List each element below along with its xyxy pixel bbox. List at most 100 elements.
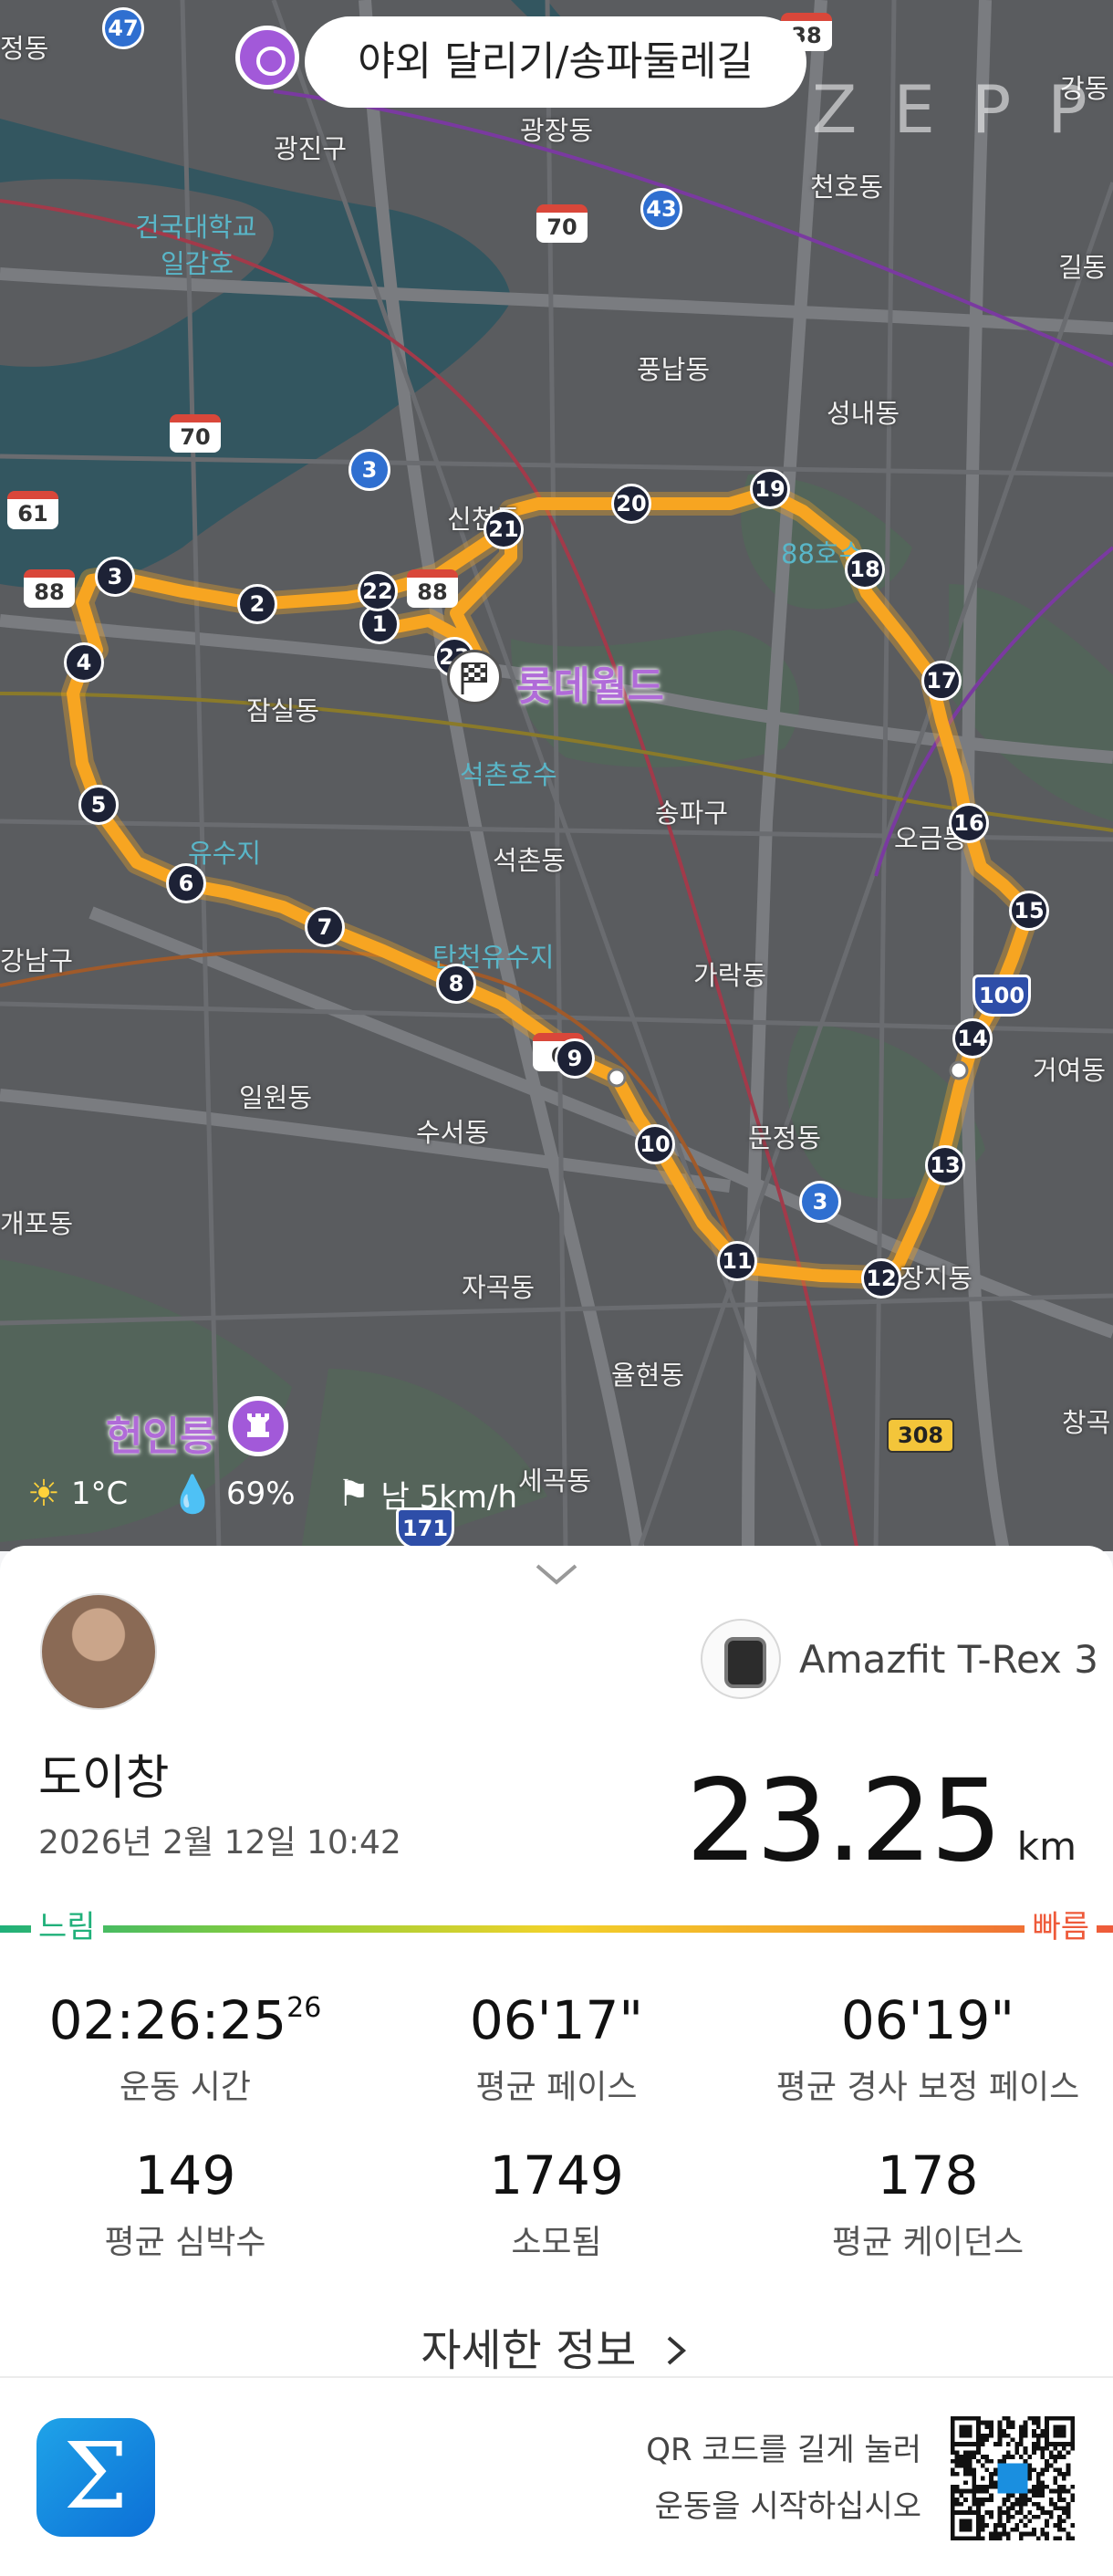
- calories-label: 소모됨: [511, 2224, 602, 2261]
- km-marker: 9: [555, 1038, 595, 1079]
- km-marker: 5: [78, 785, 119, 825]
- zepp-app-icon: Σ: [36, 2418, 155, 2537]
- map-label: 개포동: [0, 1208, 74, 1239]
- map-label: 강남구: [0, 945, 74, 976]
- km-marker: 3: [95, 557, 135, 597]
- details-link[interactable]: 자세한 정보: [0, 2314, 1113, 2378]
- map-label: 거여동: [1033, 1055, 1107, 1086]
- map-label: 광진구: [274, 133, 348, 164]
- map-label: 석촌호수: [460, 759, 557, 790]
- zepp-watermark: ZEPP: [812, 71, 1113, 148]
- pace-fast-label: 빠름: [1025, 1902, 1097, 1946]
- weather-bar: ☀ 1°C 💧 69% ⚑ 남 5km/h: [27, 1471, 559, 1517]
- avatar[interactable]: [40, 1593, 157, 1710]
- map-label: 유수지: [188, 838, 262, 869]
- workout-summary-sheet: Amazfit T-Rex 3 도이창 2026년 2월 12일 10:42 2…: [0, 1546, 1113, 2376]
- workout-datetime: 2026년 2월 12일 10:42: [38, 1824, 401, 1862]
- map-label: 장지동: [900, 1263, 973, 1294]
- map-label: 창곡: [1062, 1407, 1111, 1438]
- palace-icon[interactable]: [228, 1396, 288, 1456]
- map-label: 수서동: [416, 1117, 490, 1148]
- road-shield: 47: [102, 7, 144, 49]
- map-label: 정동: [0, 33, 49, 64]
- road-shield: 70: [536, 204, 588, 243]
- map-label: 잠실동: [246, 695, 320, 726]
- road-shield: 61: [7, 491, 58, 529]
- stat-duration: 02:26:2526 운동 시간: [0, 1989, 370, 2108]
- duration-fraction: 26: [286, 1992, 322, 2024]
- grade-pace-label: 평균 경사 보정 페이스: [775, 2069, 1080, 2106]
- device-name: Amazfit T-Rex 3: [799, 1637, 1098, 1682]
- pace-gradient-bar: [0, 1925, 1113, 1933]
- km-marker: 4: [64, 642, 104, 683]
- stat-heart-rate: 149 평균 심박수: [0, 2144, 370, 2263]
- poi-heonin-tomb[interactable]: 헌인릉: [106, 1403, 216, 1462]
- km-marker: 10: [635, 1124, 675, 1164]
- chevron-down-icon[interactable]: [534, 1560, 579, 1588]
- poi-lotte-world[interactable]: 롯데월드: [516, 653, 664, 712]
- road-shield: 3: [348, 449, 390, 491]
- sun-icon: ☀: [27, 1473, 60, 1515]
- map-label: 송파구: [655, 798, 729, 829]
- duration-value: 02:26:25: [48, 1989, 287, 2051]
- map-label: 풍납동: [637, 354, 711, 385]
- flag-icon: ⚑: [337, 1473, 370, 1515]
- road-shield: 70: [170, 414, 221, 453]
- map-label: 천호동: [810, 172, 884, 203]
- km-marker: 12: [861, 1258, 901, 1298]
- heart-rate-value: 149: [134, 2144, 236, 2206]
- road-shield: 88: [24, 569, 75, 608]
- humidity-item: 💧 69%: [170, 1473, 295, 1516]
- heart-rate-label: 평균 심박수: [104, 2224, 266, 2261]
- qr-hint-line1: QR 코드를 길게 눌러: [646, 2432, 921, 2468]
- route-map[interactable]: 정동 광진구 광장동 천호동 길동 강동 건국대학교 일감호 풍납동 성내동 신…: [0, 0, 1113, 1551]
- km-marker: 18: [845, 549, 885, 589]
- temperature-value: 1°C: [70, 1476, 129, 1512]
- stat-cadence: 178 평균 케이던스: [743, 2144, 1113, 2263]
- stat-calories: 1749 소모됨: [371, 2144, 742, 2263]
- avg-pace-value: 06'17": [469, 1989, 644, 2051]
- km-marker: 7: [305, 907, 345, 947]
- stat-avg-pace: 06'17" 평균 페이스: [371, 1989, 742, 2108]
- km-marker: 20: [611, 484, 651, 524]
- wind-value: 남 5km/h: [380, 1478, 518, 1516]
- km-marker: 2: [237, 584, 277, 624]
- temperature-item: ☀ 1°C: [27, 1473, 128, 1515]
- route-waypoint: [949, 1060, 969, 1080]
- qr-hint: QR 코드를 길게 눌러 운동을 시작하십시오: [646, 2422, 921, 2535]
- map-label: 성내동: [827, 398, 900, 429]
- km-marker: 11: [717, 1241, 757, 1281]
- road-shield: 88: [407, 569, 458, 608]
- road-shield: 3: [799, 1181, 841, 1223]
- map-label: 석촌동: [493, 845, 567, 876]
- grade-pace-value: 06'19": [840, 1989, 1015, 2051]
- qr-code[interactable]: [951, 2416, 1075, 2540]
- duration-label: 운동 시간: [120, 2069, 251, 2106]
- qr-hint-line2: 운동을 시작하십시오: [654, 2488, 921, 2525]
- distance-unit: km: [1016, 1824, 1077, 1869]
- cadence-value: 178: [877, 2144, 979, 2206]
- stat-grade-adjusted-pace: 06'19" 평균 경사 보정 페이스: [743, 1989, 1113, 2108]
- han-river: [0, 119, 511, 589]
- map-label: 길동: [1058, 252, 1108, 283]
- km-marker: 22: [358, 571, 398, 611]
- map-label: 광장동: [520, 115, 594, 146]
- finish-flag-icon[interactable]: [447, 650, 502, 704]
- distance-value: 23.25: [685, 1756, 1003, 1887]
- humidity-value: 69%: [226, 1476, 296, 1512]
- map-label: 가락동: [693, 960, 767, 991]
- km-marker: 15: [1009, 891, 1049, 931]
- calories-value: 1749: [489, 2144, 624, 2206]
- km-marker: 16: [949, 803, 989, 843]
- route-waypoint: [607, 1068, 627, 1088]
- watch-icon: [701, 1619, 781, 1699]
- map-label: 율현동: [611, 1360, 685, 1391]
- pace-slow-label: 느림: [31, 1902, 103, 1946]
- avg-pace-label: 평균 페이스: [475, 2069, 638, 2106]
- road-shield: 100: [973, 975, 1031, 1017]
- share-footer: Σ QR 코드를 길게 눌러 운동을 시작하십시오: [0, 2376, 1113, 2576]
- road-shield: 43: [640, 188, 682, 230]
- wind-item: ⚑ 남 5km/h: [338, 1472, 517, 1517]
- map-label: 건국대학교: [135, 212, 257, 243]
- route-location-icon: [235, 26, 299, 89]
